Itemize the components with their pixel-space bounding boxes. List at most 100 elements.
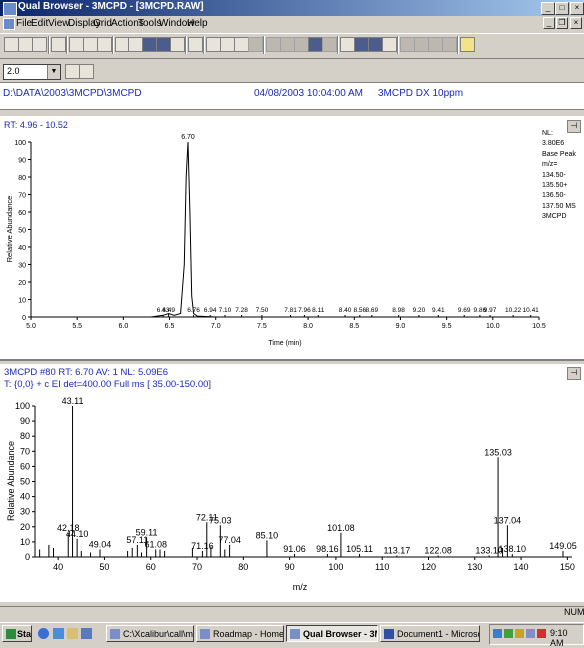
sample-name: 3MCPD DX 10ppm <box>378 88 464 99</box>
menu-file[interactable]: File <box>16 18 32 29</box>
taskbar-item-qual-browser[interactable]: Qual Browser - 3MCPD ... <box>286 625 378 642</box>
mdi-close-button[interactable]: × <box>570 17 582 29</box>
open-icon[interactable] <box>4 37 19 52</box>
arrow-right-icon[interactable] <box>128 37 143 52</box>
peak-label: 77.04 <box>218 535 241 545</box>
document-icon[interactable] <box>3 18 15 30</box>
maximize-button[interactable]: □ <box>555 2 569 15</box>
raw-file-path: D:\DATA\2003\3MCPD\3MCPD <box>3 88 142 99</box>
taskbar-item-word[interactable]: Document1 - Microsoft W... <box>380 625 480 642</box>
mdi-minimize-button[interactable]: _ <box>543 17 555 29</box>
acquisition-datetime: 04/08/2003 10:04:00 AM <box>254 88 363 99</box>
help-icon[interactable] <box>460 37 475 52</box>
chromatogram-pane[interactable]: RT: 4.96 - 10.52 ⊣ NL: 3.80E6 Base Peak … <box>0 116 584 361</box>
zoom-in-icon[interactable] <box>65 64 80 79</box>
title-bar: Qual Browser - 3MCPD - [3MCPD.RAW] _ □ × <box>0 0 584 16</box>
menu-view[interactable]: View <box>48 18 70 29</box>
x-tick-label: 150 <box>560 562 575 572</box>
chevron-down-icon[interactable]: ▼ <box>47 65 60 79</box>
peak-label: 8.40 <box>339 307 352 314</box>
delete-cell-icon[interactable] <box>234 37 249 52</box>
quick-launch-icon[interactable] <box>67 628 78 639</box>
tray-icon[interactable] <box>515 629 524 638</box>
system-tray: 9:10 AM <box>489 624 584 648</box>
x-tick-label: 140 <box>514 562 529 572</box>
spectrum-pane[interactable]: 3MCPD #80 RT: 6.70 AV: 1 NL: 5.09E6 T: {… <box>0 364 584 602</box>
taskbar-item-label: C:\Xcalibur\call\methods\... <box>123 629 194 639</box>
peak-label: 105.11 <box>346 544 373 554</box>
y-tick-label: 50 <box>18 228 26 235</box>
peak-label: 9.69 <box>458 307 471 314</box>
zoom-select[interactable]: 2.0 ▼ <box>3 64 61 80</box>
tray-icon[interactable] <box>504 629 513 638</box>
undo-icon[interactable] <box>97 37 112 52</box>
spectrum-view-icon[interactable] <box>354 37 369 52</box>
taskbar-item-label: Document1 - Microsoft W... <box>397 629 479 639</box>
tool-a-icon[interactable] <box>400 37 415 52</box>
network-icon[interactable] <box>493 629 502 638</box>
menu-grid[interactable]: Grid <box>93 18 112 29</box>
menu-edit[interactable]: Edit <box>31 18 48 29</box>
close-button[interactable]: × <box>570 2 584 15</box>
link-icon[interactable] <box>248 37 263 52</box>
pin-icon[interactable] <box>188 37 203 52</box>
y-tick-label: 100 <box>15 401 30 411</box>
peak-label: 7.50 <box>256 307 269 314</box>
info-bar: D:\DATA\2003\3MCPD\3MCPD 04/08/2003 10:0… <box>0 82 584 110</box>
security-icon[interactable] <box>537 629 546 638</box>
paste-icon[interactable] <box>83 37 98 52</box>
list-view-icon[interactable] <box>382 37 397 52</box>
folder-icon <box>110 629 120 639</box>
x-tick-label: 10.0 <box>486 323 500 330</box>
y-tick-label: 20 <box>18 280 26 287</box>
quick-launch-icon[interactable] <box>81 628 92 639</box>
tool-d-icon[interactable] <box>442 37 457 52</box>
menu-tools[interactable]: Tools <box>138 18 161 29</box>
y-tick-label: 90 <box>20 416 30 426</box>
print-icon[interactable] <box>51 37 66 52</box>
x-tick-label: 5.5 <box>72 323 82 330</box>
peak-label: 8.11 <box>312 307 325 314</box>
insert-row-icon[interactable] <box>220 37 235 52</box>
cursor-icon[interactable] <box>170 37 185 52</box>
open-layout-icon[interactable] <box>18 37 33 52</box>
peak-label: 8.69 <box>365 307 378 314</box>
tool-c-icon[interactable] <box>428 37 443 52</box>
taskbar-item-roadmap[interactable]: Roadmap - Home Page <box>196 625 284 642</box>
x-tick-label: 60 <box>146 562 156 572</box>
peak-label: 113.17 <box>383 545 410 555</box>
spectrum-plot[interactable]: 0 10 20 30 40 50 60 70 80 90 100 40 50 60 70 80 90 100 110… <box>0 364 584 602</box>
menu-help[interactable]: Help <box>187 18 208 29</box>
x-tick-label: 8.0 <box>303 323 313 330</box>
copy-icon[interactable] <box>69 37 84 52</box>
y-tick-label: 80 <box>20 431 30 441</box>
app-icon[interactable] <box>3 2 17 16</box>
peak-label: 61.08 <box>144 539 167 549</box>
grid-5-icon[interactable] <box>322 37 337 52</box>
outlook-icon[interactable] <box>53 628 64 639</box>
grid-2-icon[interactable] <box>280 37 295 52</box>
y-axis-title: Relative Abundance <box>6 441 16 521</box>
zoom-y-icon[interactable] <box>156 37 171 52</box>
ie-icon[interactable] <box>38 628 49 639</box>
browser-icon <box>200 629 210 639</box>
start-button[interactable]: Start <box>2 625 32 642</box>
grid-3-icon[interactable] <box>294 37 309 52</box>
chromatogram-view-icon[interactable] <box>340 37 355 52</box>
tool-b-icon[interactable] <box>414 37 429 52</box>
zoom-reset-icon[interactable] <box>79 64 94 79</box>
grid-1-icon[interactable] <box>266 37 281 52</box>
taskbar-item-explorer[interactable]: C:\Xcalibur\call\methods\... <box>106 625 194 642</box>
insert-cell-icon[interactable] <box>206 37 221 52</box>
x-tick-label: 7.0 <box>211 323 221 330</box>
minimize-button[interactable]: _ <box>541 2 555 15</box>
save-icon[interactable] <box>32 37 47 52</box>
tray-icon[interactable] <box>526 629 535 638</box>
mdi-restore-button[interactable]: ❐ <box>556 17 568 29</box>
zoom-xy-icon[interactable] <box>142 37 157 52</box>
x-tick-label: 8.5 <box>349 323 359 330</box>
chromatogram-plot[interactable]: 0 10 20 30 40 50 60 70 80 90 100 5.0 5.5 6.0 6.5 7.0 7.5… <box>0 116 584 359</box>
map-view-icon[interactable] <box>368 37 383 52</box>
y-tick-label: 40 <box>20 492 30 502</box>
grid-4-icon[interactable] <box>308 37 323 52</box>
